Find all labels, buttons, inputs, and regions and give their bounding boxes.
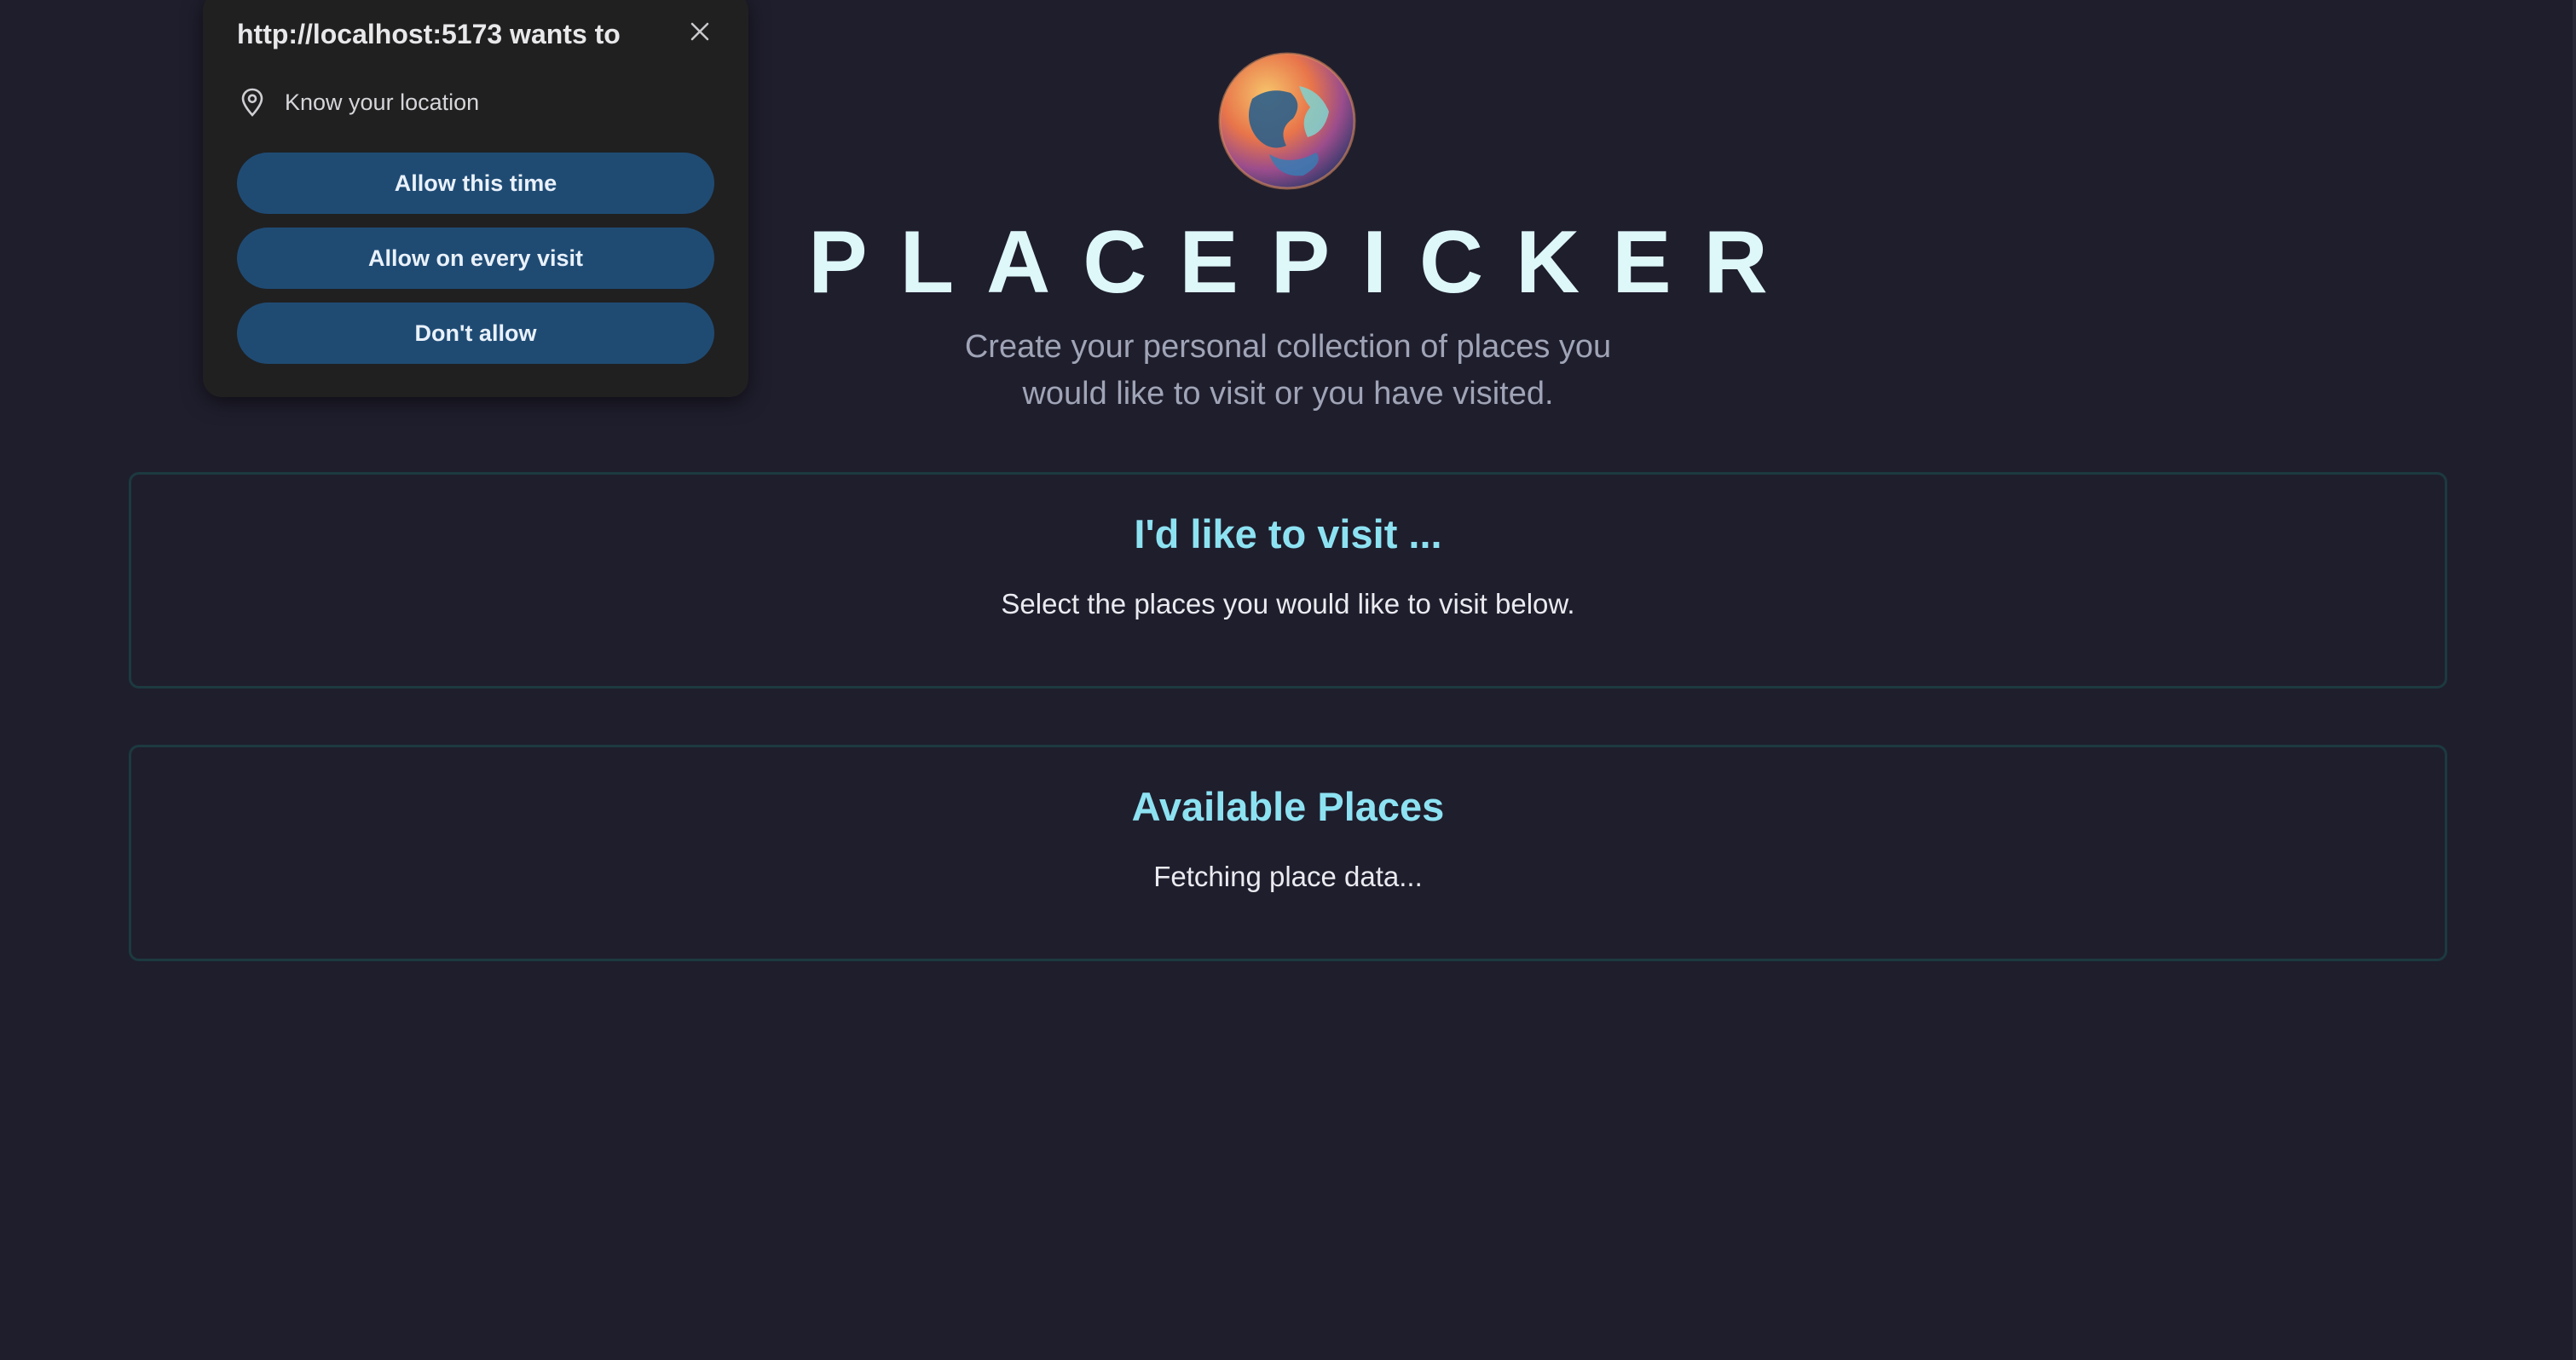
location-permission-popup: http://localhost:5173 wants to Know your…: [203, 0, 748, 397]
app-subtitle: Create your personal collection of place…: [926, 324, 1650, 418]
globe-logo: [1218, 52, 1356, 190]
popup-title: http://localhost:5173 wants to: [237, 19, 621, 49]
location-pin-icon: [239, 85, 266, 119]
close-icon: [690, 22, 709, 41]
close-button[interactable]: [683, 14, 717, 49]
visit-heading: I'd like to visit ...: [1134, 511, 1442, 556]
allow-this-time-button[interactable]: Allow this time: [237, 153, 714, 214]
available-places-heading: Available Places: [1131, 784, 1445, 829]
app-root: PLACEPICKER Create your personal collect…: [0, 0, 2576, 1360]
visit-section: I'd like to visit ... Select the places …: [129, 472, 2447, 689]
loading-text: Fetching place data...: [1153, 861, 1423, 892]
visit-fallback-text: Select the places you would like to visi…: [1001, 588, 1575, 619]
dont-allow-button[interactable]: Don't allow: [237, 303, 714, 364]
subtitle-line-1: Create your personal collection of place…: [964, 329, 1612, 365]
subtitle-line-2: would like to visit or you have visited.: [1022, 376, 1554, 412]
available-places-section: Available Places Fetching place data...: [129, 745, 2447, 961]
allow-on-every-visit-button[interactable]: Allow on every visit: [237, 228, 714, 289]
permission-label: Know your location: [285, 89, 480, 115]
window-edge: [2573, 0, 2576, 1360]
permission-row: Know your location: [239, 85, 479, 119]
